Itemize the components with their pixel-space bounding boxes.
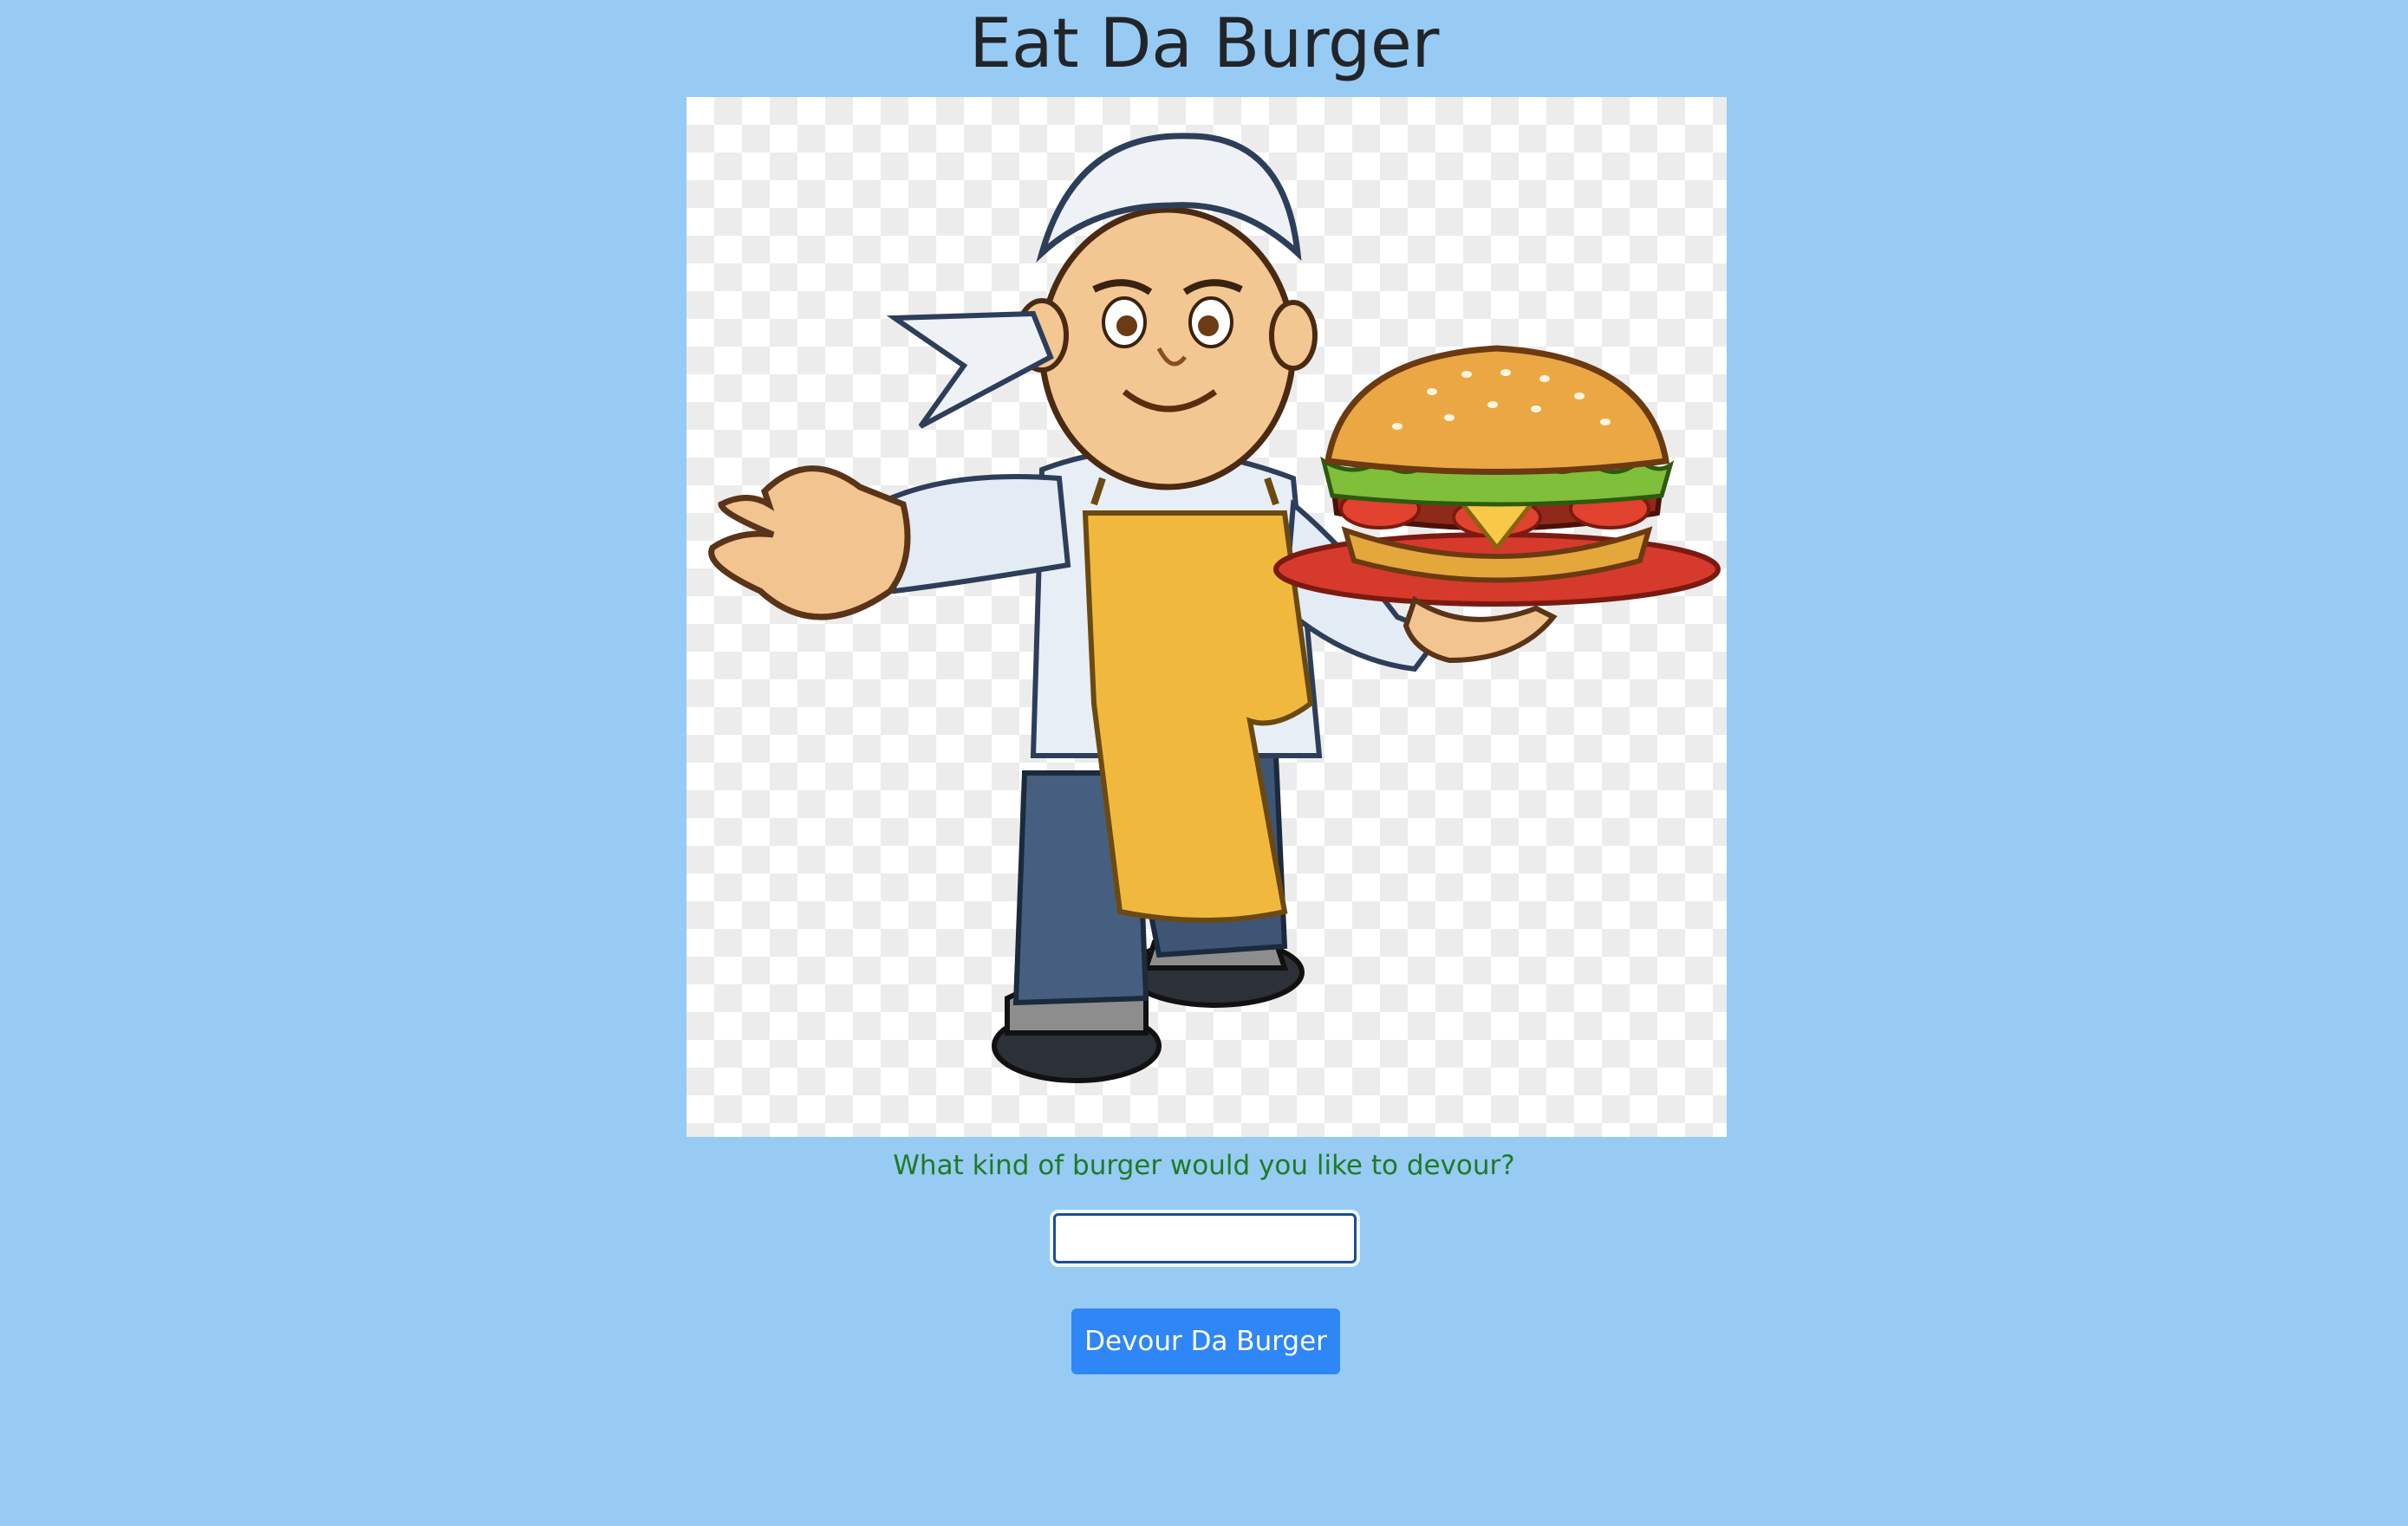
burger-name-input[interactable] — [1053, 1213, 1357, 1263]
devour-burger-button[interactable]: Devour Da Burger — [1071, 1308, 1340, 1374]
page-title: Eat Da Burger — [969, 5, 1439, 83]
page-container: Eat Da Burger What kind of burger would … — [0, 0, 2408, 1526]
burger-prompt-label: What kind of burger would you like to de… — [893, 1150, 1515, 1181]
chef-burger-illustration-icon — [708, 133, 1721, 1083]
chef-burger-image — [687, 97, 1727, 1137]
